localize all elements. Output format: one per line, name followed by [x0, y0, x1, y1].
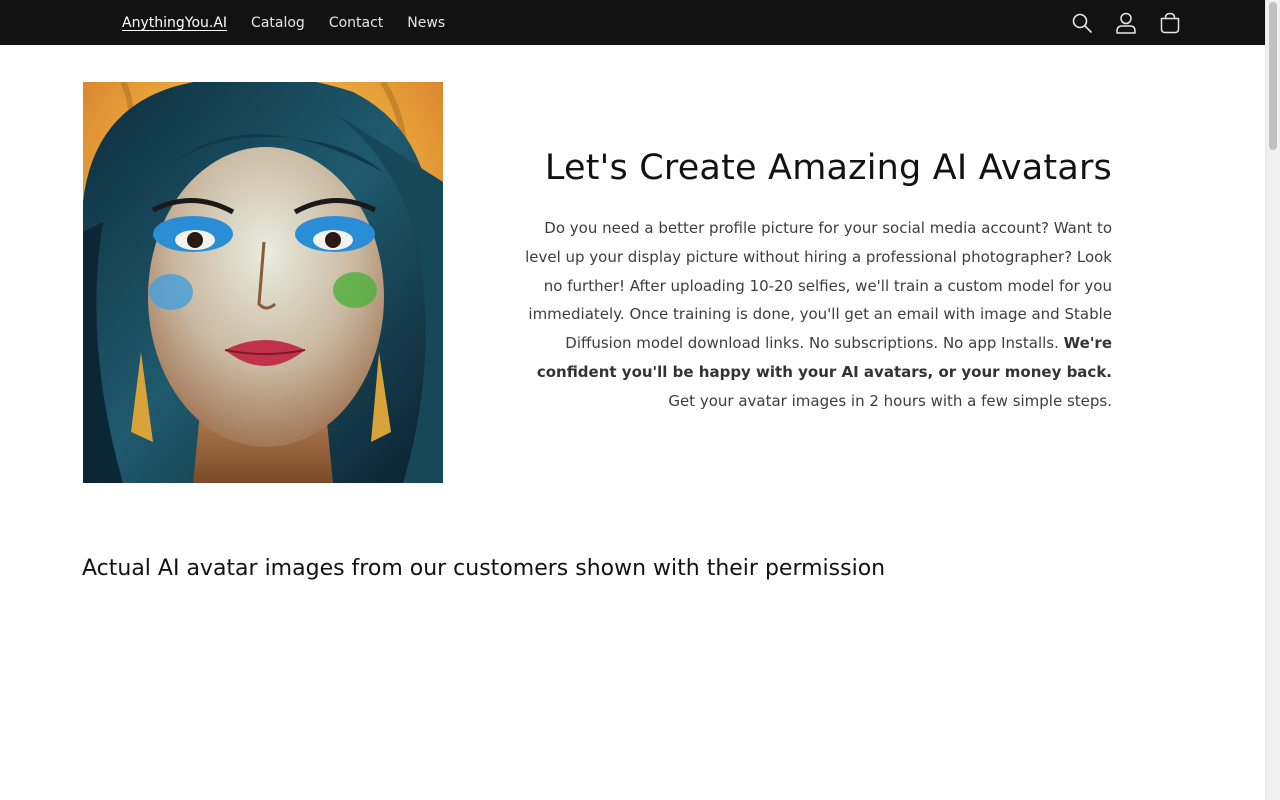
gallery-section-title: Actual AI avatar images from our custome…	[82, 556, 886, 581]
scrollbar-thumb[interactable]	[1269, 2, 1277, 150]
hero-description-end: Get your avatar images in 2 hours with a…	[668, 391, 1112, 410]
nav-link-contact[interactable]: Contact	[329, 15, 383, 31]
hero-description-start: Do you need a better profile picture for…	[525, 219, 1112, 353]
hero-avatar-image	[83, 82, 443, 483]
site-header: AnythingYou.AI Catalog Contact News	[0, 0, 1265, 45]
nav-link-catalog[interactable]: Catalog	[251, 15, 305, 31]
hero-title: Let's Create Amazing AI Avatars	[544, 148, 1112, 188]
page-scrollbar[interactable]	[1265, 0, 1280, 800]
main-nav: AnythingYou.AI Catalog Contact News	[122, 0, 445, 45]
search-icon[interactable]	[1070, 11, 1094, 35]
account-icon[interactable]	[1114, 11, 1138, 35]
brand-link[interactable]: AnythingYou.AI	[122, 15, 227, 31]
nav-link-news[interactable]: News	[407, 15, 445, 31]
header-actions	[1070, 0, 1182, 45]
cart-icon[interactable]	[1158, 11, 1182, 35]
hero-text-block: Let's Create Amazing AI Avatars Do you n…	[520, 140, 1112, 416]
hero-description: Do you need a better profile picture for…	[520, 214, 1112, 416]
